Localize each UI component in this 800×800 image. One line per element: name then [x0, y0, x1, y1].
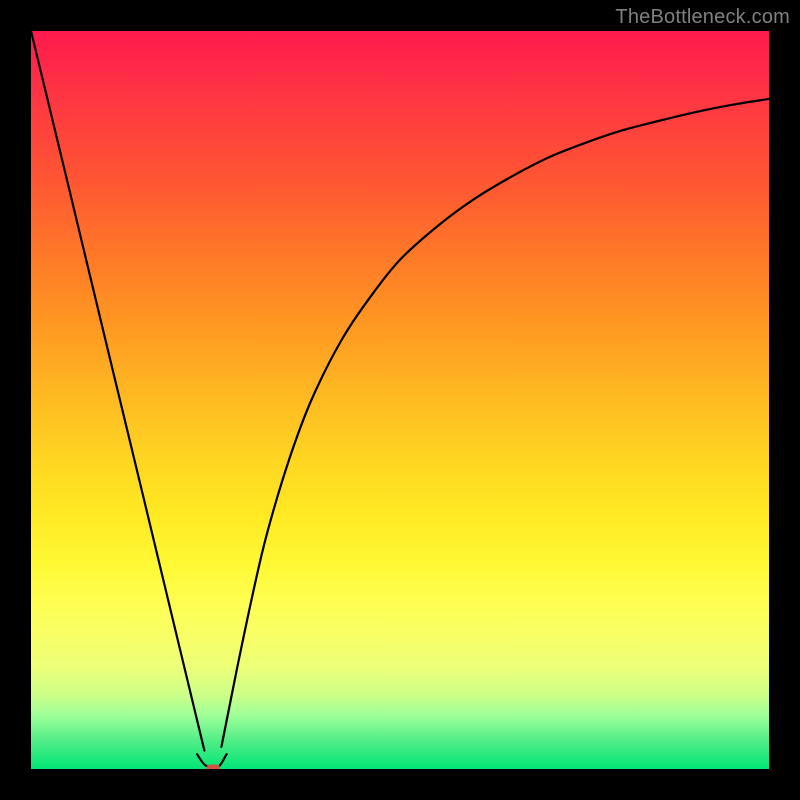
- plot-area: [31, 31, 769, 769]
- chart-frame: TheBottleneck.com: [0, 0, 800, 800]
- watermark-text: TheBottleneck.com: [615, 6, 790, 29]
- curve-right-ascend: [221, 99, 769, 747]
- curve-layer: [31, 31, 769, 769]
- curve-left-descent: [31, 31, 204, 751]
- valley-marker: [206, 765, 220, 770]
